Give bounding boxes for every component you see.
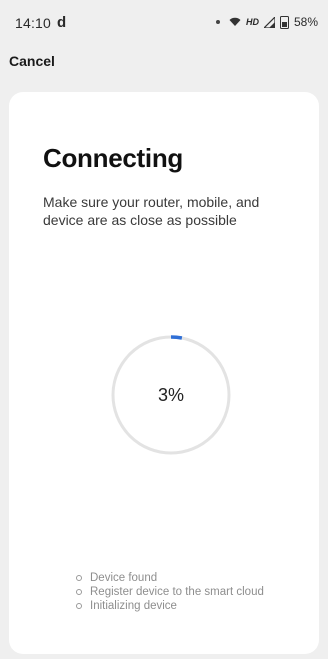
bullet-icon [76,589,82,595]
bullet-icon [76,603,82,609]
setup-steps-list: Device found Register device to the smar… [76,571,264,613]
list-item: Initializing device [76,599,264,613]
signal-icon [263,16,275,28]
battery-percent: 58% [293,15,318,29]
bullet-icon [76,575,82,581]
battery-icon [279,15,289,29]
step-label: Register device to the smart cloud [90,586,264,598]
page-title: Connecting [43,143,183,173]
status-bar: 14:10 d HD 58% [0,0,328,44]
status-time: 14:10 [15,15,52,31]
step-label: Initializing device [90,600,177,612]
instruction-text: Make sure your router, mobile, and devic… [43,194,260,228]
status-icons: HD 58% [215,15,318,29]
wifi-icon [229,17,241,26]
hd-icon: HD [245,17,259,27]
progress-percent: 3% [157,384,184,405]
app-indicator: d [57,14,67,31]
list-item: Register device to the smart cloud [76,585,264,599]
list-item: Device found [76,571,264,585]
dot-icon [215,20,220,24]
connecting-card: Connecting Make sure your router, mobile… [9,92,319,654]
progress-ring: 3% [108,332,234,458]
step-label: Device found [90,572,158,584]
cancel-button[interactable]: Cancel [9,53,55,69]
